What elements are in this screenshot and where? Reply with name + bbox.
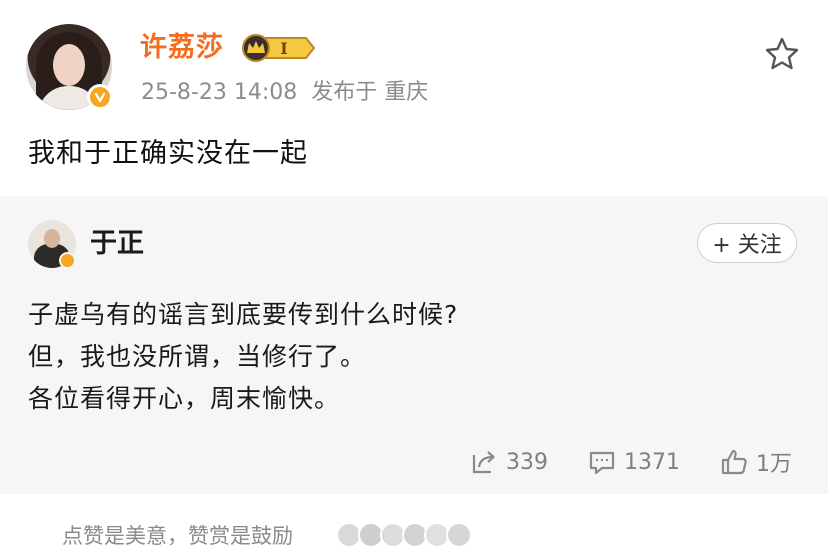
comment-count: 1371	[624, 449, 680, 475]
repost-line: 但，我也没所谓，当修行了。	[28, 342, 367, 371]
reward-text: 点赞是美意，赞赏是鼓励	[62, 524, 293, 548]
follow-button[interactable]: + 关注	[697, 223, 797, 263]
verified-icon	[87, 84, 113, 110]
share-icon	[472, 451, 495, 474]
like-count: 1万	[756, 452, 792, 477]
repost-text: 子虚乌有的谣言到底要传到什么时候? 但，我也没所谓，当修行了。 各位看得开心，周…	[28, 294, 458, 420]
repost-card[interactable]: 于正 + 关注 子虚乌有的谣言到底要传到什么时候? 但，我也没所谓，当修行了。 …	[0, 196, 828, 494]
repost-line: 各位看得开心，周末愉快。	[28, 384, 341, 413]
like-button[interactable]: 1万	[720, 446, 792, 478]
comment-icon	[589, 451, 615, 475]
liker-avatars[interactable]	[336, 522, 472, 548]
post-header: 许荔莎 I 25-8-23 14:08 发布于 重庆 我和于正确实没在一起	[0, 0, 828, 195]
share-button[interactable]: 339	[470, 448, 548, 476]
avatar-face	[53, 44, 85, 86]
author-name[interactable]: 许荔莎	[140, 30, 224, 66]
repost-author-name[interactable]: 于正	[90, 226, 144, 262]
post-location: 发布于 重庆	[311, 80, 429, 105]
liker-avatar	[446, 522, 472, 548]
action-bar: 339 1371 1万	[470, 446, 792, 478]
post-timestamp: 25-8-23 14:08	[141, 80, 298, 105]
reward-footer: 点赞是美意，赞赏是鼓励	[0, 494, 828, 557]
comment-button[interactable]: 1371	[588, 448, 680, 476]
vip-crown-icon: I	[242, 34, 316, 62]
post-text: 我和于正确实没在一起	[28, 138, 308, 169]
verified-icon	[59, 252, 76, 269]
repost-avatar-head	[44, 229, 60, 248]
like-icon	[721, 449, 747, 475]
vip-level-text: I	[280, 39, 287, 58]
star-icon[interactable]	[764, 36, 800, 72]
post-meta: 25-8-23 14:08 发布于 重庆	[141, 78, 442, 108]
repost-line: 子虚乌有的谣言到底要传到什么时候?	[28, 300, 459, 329]
share-count: 339	[506, 449, 548, 475]
